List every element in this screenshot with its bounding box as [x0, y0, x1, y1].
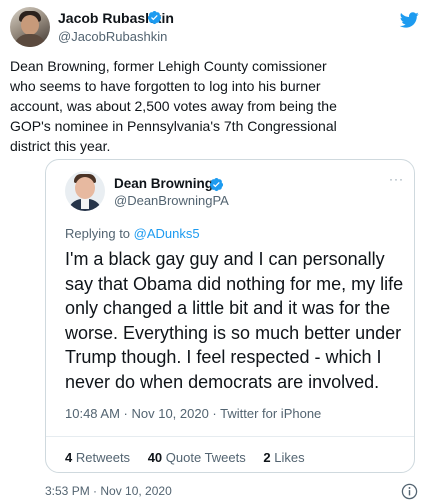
- tweet-text-line: who seems to have forgotten to log into …: [10, 78, 321, 94]
- quote-tweets-stat[interactable]: 40 Quote Tweets: [148, 450, 246, 465]
- tweet-text-line: GOP's nominee in Pennsylvania's 7th Cong…: [10, 118, 337, 134]
- tweet-text-line: district this year.: [10, 138, 111, 154]
- tweet-timestamp[interactable]: 3:53 PM · Nov 10, 2020: [45, 484, 172, 499]
- info-icon[interactable]: [401, 483, 418, 500]
- quoted-tweet-card[interactable]: Dean Browning @DeanBrowningPA ··· Replyi…: [45, 159, 415, 473]
- quoted-text-line: say that Obama did nothing for me, my li…: [65, 273, 404, 294]
- tweet: Jacob Rubashkin @JacobRubashkin Dean Bro…: [0, 0, 432, 503]
- retweets-stat[interactable]: 4 Retweets: [65, 450, 130, 465]
- retweets-label: Retweets: [75, 450, 131, 465]
- replying-to: Replying to @ADunks5: [65, 226, 200, 242]
- quoted-text-line: never do when democrats are involved.: [65, 371, 380, 392]
- likes-stat[interactable]: 2 Likes: [263, 450, 304, 465]
- quoted-text-line: only changed a little bit and it was for…: [65, 298, 391, 318]
- quoted-author-name[interactable]: Dean Browning: [114, 176, 213, 192]
- divider: [46, 436, 414, 437]
- verified-badge-icon: [209, 177, 224, 192]
- likes-label: Likes: [274, 450, 305, 465]
- quote-tweets-count: 40: [147, 450, 163, 465]
- quoted-tweet-text: I'm a black gay guy and I can personally…: [65, 247, 405, 394]
- verified-badge-icon: [147, 10, 162, 25]
- quoted-text-line: I'm a black gay guy and I can personally: [65, 249, 385, 269]
- tweet-text: Dean Browning, former Lehigh County comi…: [10, 56, 424, 156]
- more-dots-icon[interactable]: ···: [389, 173, 404, 185]
- twitter-bird-icon[interactable]: [398, 10, 420, 30]
- quoted-author-handle[interactable]: @DeanBrowningPA: [114, 193, 229, 209]
- tweet-text-line: account, was about 2,500 votes away from…: [10, 98, 337, 114]
- replying-to-mention[interactable]: @ADunks5: [134, 226, 200, 241]
- quoted-tweet-stats: 4 Retweets 40 Quote Tweets 2 Likes: [65, 450, 319, 466]
- quoted-text-line: worse. Everything is so much better unde…: [65, 322, 402, 343]
- author-handle[interactable]: @JacobRubashkin: [58, 29, 167, 45]
- quoted-tweet-meta[interactable]: 10:48 AM · Nov 10, 2020 · Twitter for iP…: [65, 406, 321, 422]
- tweet-text-line: Dean Browning, former Lehigh County comi…: [10, 58, 327, 74]
- quoted-author-avatar[interactable]: [65, 171, 105, 211]
- retweets-count: 4: [65, 450, 73, 465]
- replying-to-label: Replying to: [65, 226, 134, 241]
- quoted-text-line: Trump though. I feel respected - which I: [65, 347, 382, 367]
- likes-count: 2: [263, 450, 271, 465]
- author-avatar[interactable]: [10, 7, 50, 47]
- quote-tweets-label: Quote Tweets: [165, 450, 246, 465]
